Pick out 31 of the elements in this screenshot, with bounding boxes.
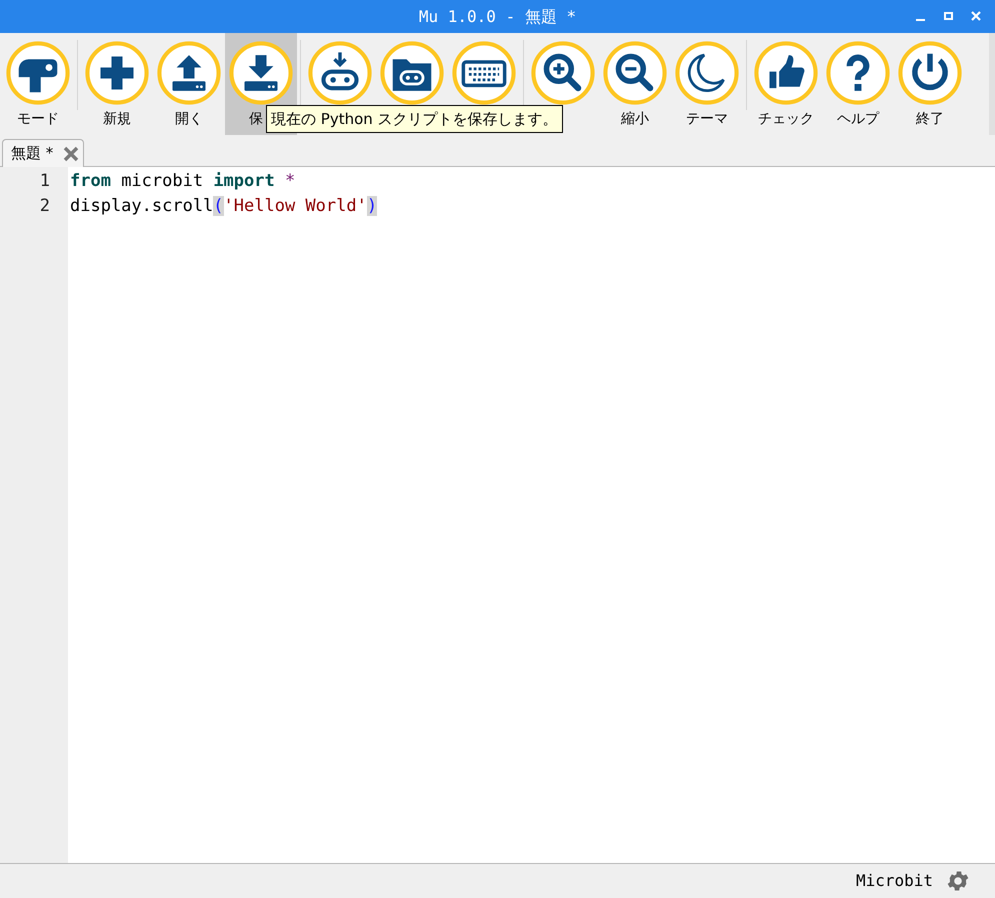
- folder-icon: [379, 40, 445, 106]
- help-icon: [825, 40, 891, 106]
- toolbar-button[interactable]: 新規: [81, 33, 153, 135]
- toolbar-button[interactable]: モード: [2, 33, 74, 135]
- zoom-out-icon: [602, 40, 668, 106]
- board-download-icon: [307, 40, 373, 106]
- code-line: display.scroll('Hellow World'): [70, 195, 378, 218]
- toolbar-button[interactable]: 終了: [894, 33, 966, 135]
- moon-icon: [674, 40, 740, 106]
- power-icon: [897, 40, 963, 106]
- download-icon: [228, 40, 294, 106]
- tooltip: 現在の Python スクリプトを保存します。: [266, 105, 563, 133]
- toolbar-button[interactable]: ヘルプ: [822, 33, 894, 135]
- toolbar-button[interactable]: テーマ: [671, 33, 743, 135]
- close-icon[interactable]: [63, 146, 80, 162]
- keyboard-icon: [451, 40, 517, 106]
- upload-icon: [156, 40, 222, 106]
- line-number: 1: [40, 170, 50, 193]
- toolbar-button[interactable]: 開く: [153, 33, 225, 135]
- mode-label: Microbit: [856, 870, 933, 892]
- zoom-in-icon: [530, 40, 596, 106]
- toolbar-button[interactable]: 縮小: [599, 33, 671, 135]
- code-line: from microbit import *: [70, 170, 296, 193]
- editor-tab[interactable]: 無題 *: [2, 139, 84, 167]
- window-title: Mu 1.0.0 - 無題 *: [418, 6, 576, 28]
- plus-icon: [84, 40, 150, 106]
- mode-icon: [5, 40, 71, 106]
- thumbs-up-icon: [753, 40, 819, 106]
- toolbar-button[interactable]: チェック: [750, 33, 822, 135]
- tab-label: 無題 *: [11, 143, 54, 164]
- line-number: 2: [40, 195, 50, 218]
